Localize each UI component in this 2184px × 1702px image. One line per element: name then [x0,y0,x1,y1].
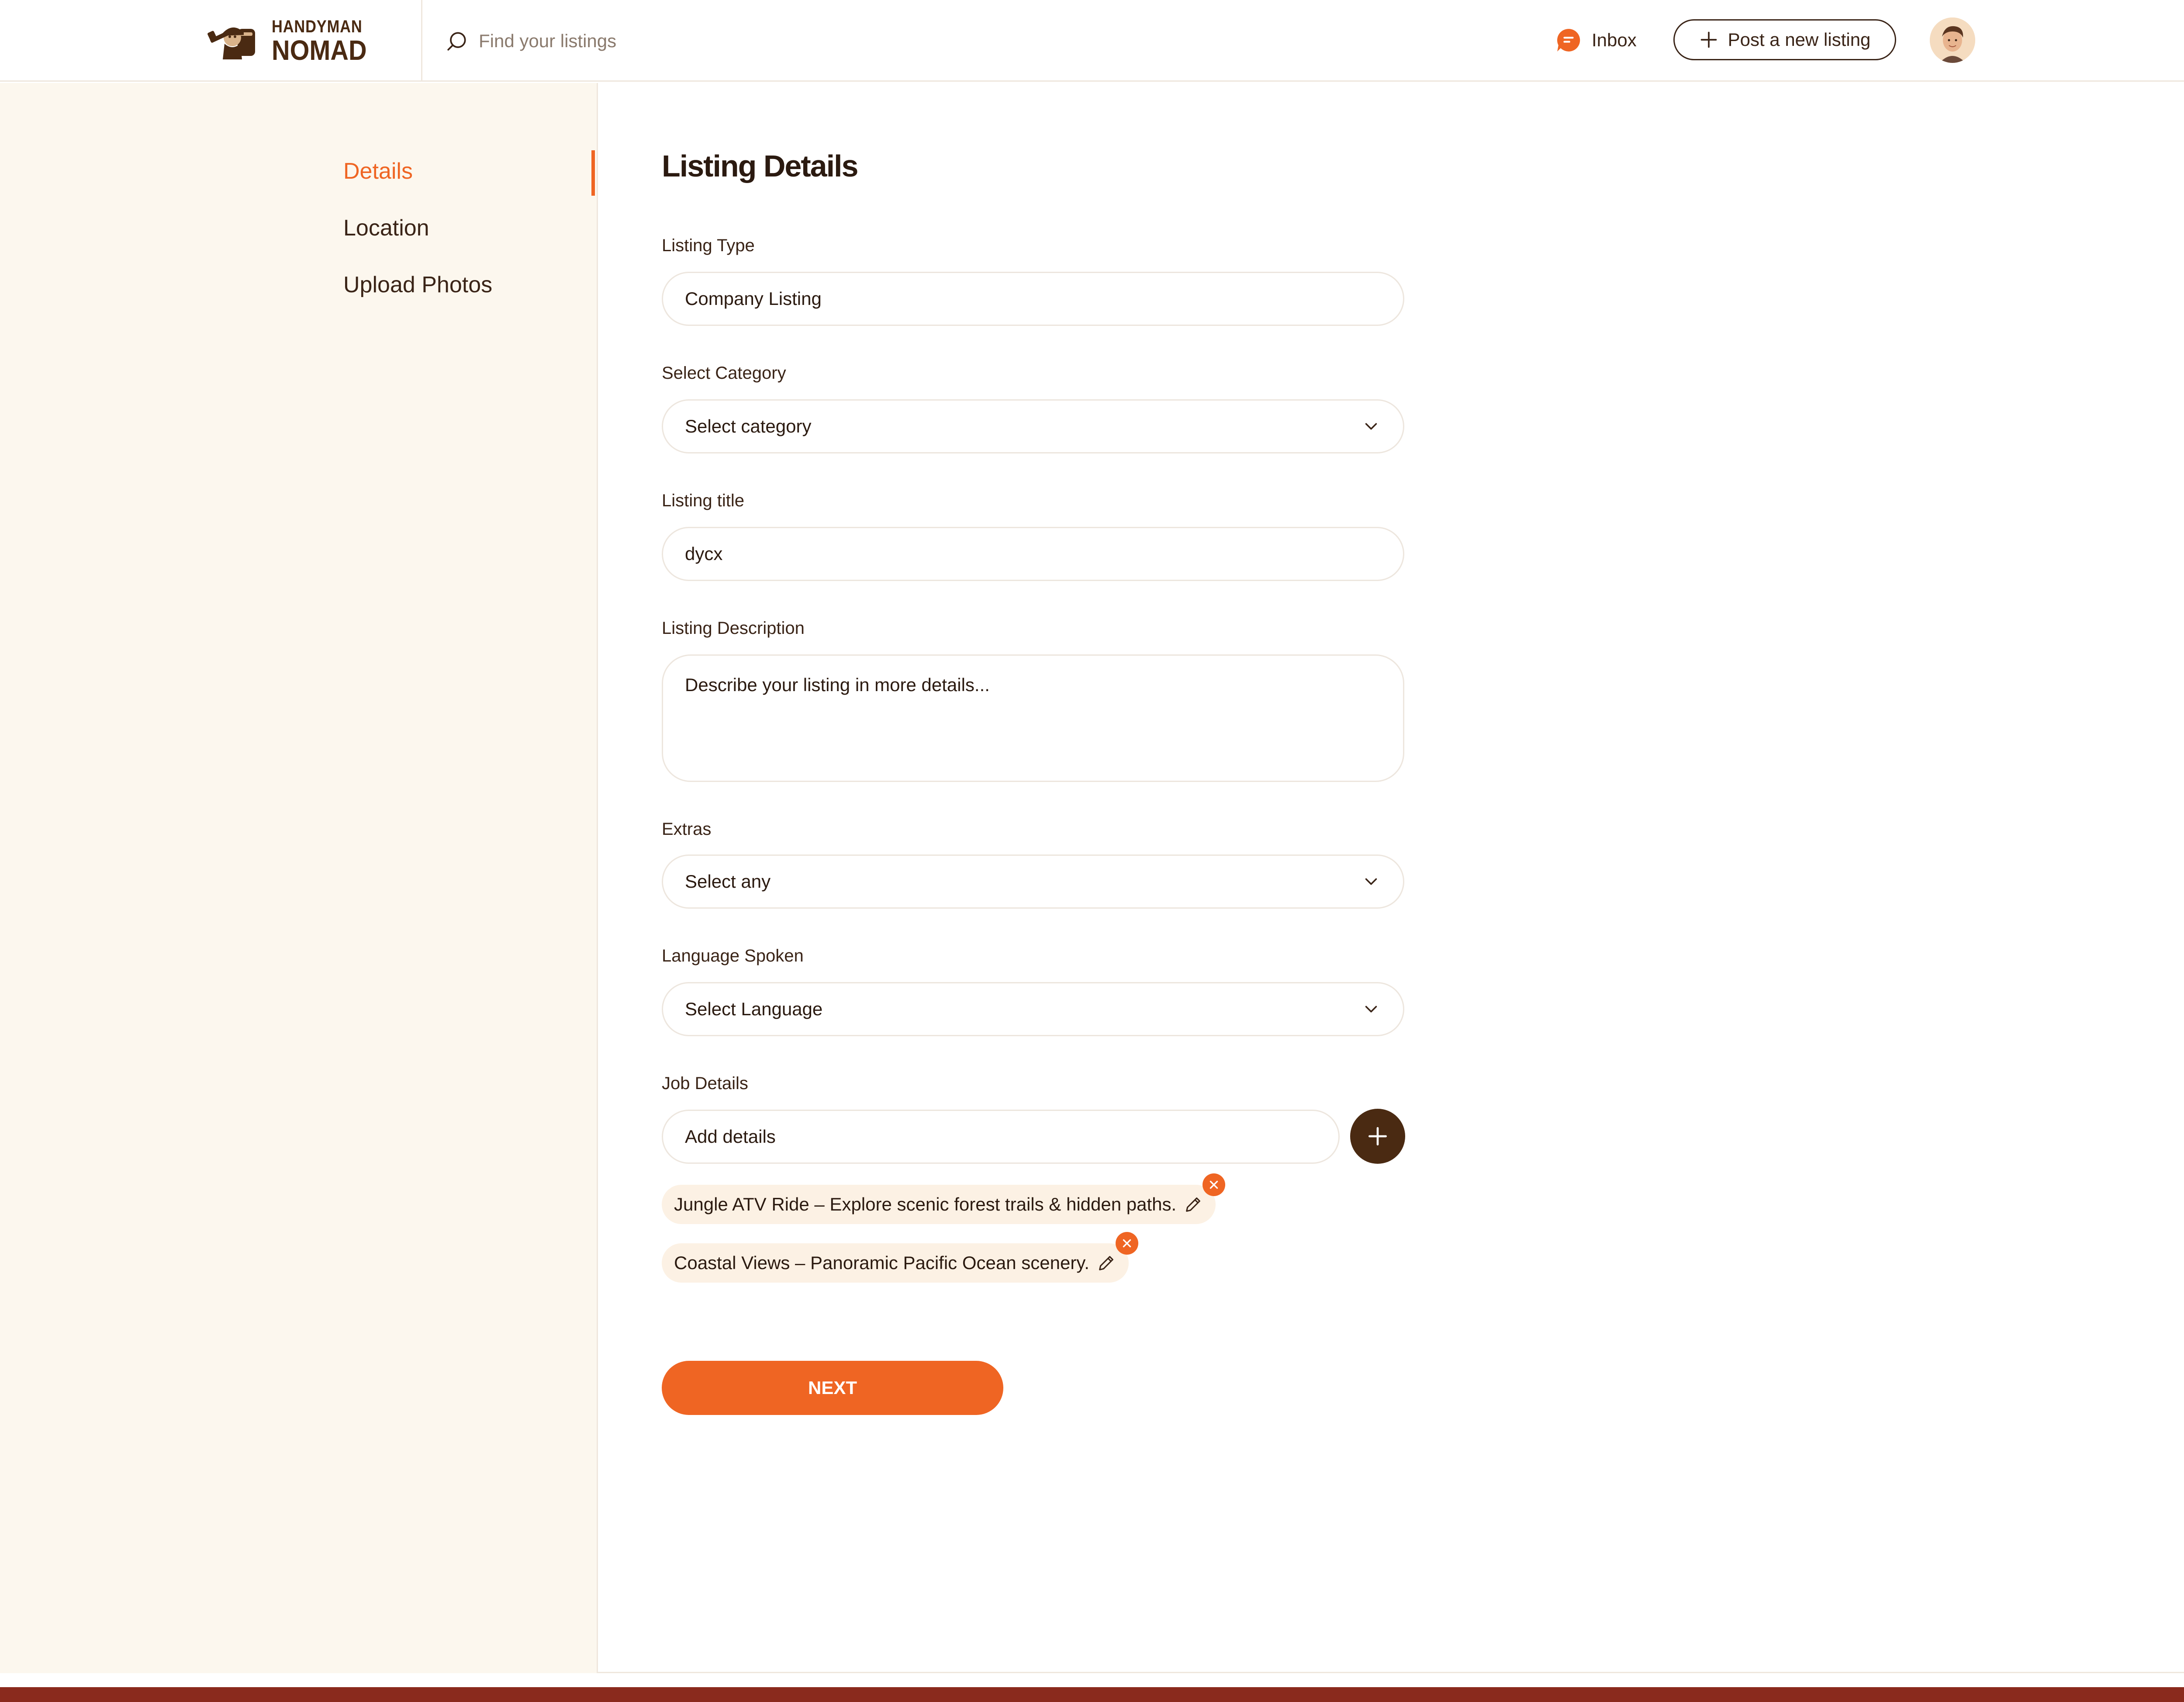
pencil-icon[interactable] [1096,1253,1116,1273]
close-icon [1209,1180,1218,1189]
add-job-detail-button[interactable] [1350,1109,1405,1164]
handyman-nomad-logo-icon [207,19,268,63]
top-header: HANDYMAN NOMAD Inbox Post a new listing [0,0,2184,82]
category-select[interactable]: Select category [662,399,1404,453]
job-detail-chip: Coastal Views – Panoramic Pacific Ocean … [662,1232,1138,1283]
remove-chip-button[interactable] [1115,1232,1138,1255]
language-select[interactable]: Select Language [662,982,1404,1036]
remove-chip-button[interactable] [1203,1173,1226,1196]
listing-type-field[interactable]: Company Listing [662,272,1404,326]
brand-name-line1: HANDYMAN [272,17,363,36]
next-button[interactable]: NEXT [662,1361,1003,1415]
page-title: Listing Details [662,149,858,183]
user-avatar[interactable] [1930,17,1975,63]
sidebar-item-location[interactable]: Location [343,215,429,241]
category-select-value: Select category [685,416,812,436]
extras-select[interactable]: Select any [662,854,1404,909]
inbox-link[interactable]: Inbox [1555,26,1637,54]
steps-sidebar: Details Location Upload Photos [0,83,597,1673]
search-icon [447,32,466,51]
post-new-listing-label: Post a new listing [1728,29,1871,50]
brand-name: HANDYMAN NOMAD [272,18,377,64]
listing-type-label: Listing Type [662,236,755,255]
close-icon [1123,1239,1131,1248]
inbox-label: Inbox [1592,30,1637,50]
plus-icon [1368,1127,1387,1145]
search-input[interactable] [479,31,741,52]
description-label: Listing Description [662,619,805,638]
job-detail-chip: Jungle ATV Ride – Explore scenic forest … [662,1173,1226,1224]
listing-title-input[interactable] [685,543,1381,564]
pencil-icon[interactable] [1183,1194,1203,1214]
listing-title-field[interactable] [662,527,1404,581]
chevron-down-icon [1365,423,1377,430]
job-detail-text: Coastal Views – Panoramic Pacific Ocean … [674,1252,1089,1273]
category-label: Select Category [662,363,786,383]
chevron-down-icon [1365,878,1377,885]
header-divider [421,0,422,82]
footer-bar [0,1687,2184,1702]
post-new-listing-button[interactable]: Post a new listing [1673,19,1896,60]
job-detail-text: Jungle ATV Ride – Explore scenic forest … [674,1194,1177,1214]
extras-label: Extras [662,820,712,839]
job-details-input[interactable] [685,1126,1317,1147]
chevron-down-icon [1365,1006,1377,1013]
sidebar-item-upload-photos[interactable]: Upload Photos [343,272,492,298]
extras-select-value: Select any [685,871,771,892]
sidebar-item-details[interactable]: Details [343,158,413,184]
listing-title-label: Listing title [662,491,744,510]
description-textarea[interactable] [685,673,1381,761]
language-label: Language Spoken [662,946,804,965]
brand-logo[interactable]: HANDYMAN NOMAD [207,18,367,64]
brand-name-line2: NOMAD [272,35,367,66]
search-bar [445,28,741,54]
job-details-label: Job Details [662,1074,748,1093]
plus-icon [1700,31,1717,48]
chat-bubble-icon [1557,29,1580,52]
job-details-field[interactable] [662,1110,1340,1164]
listing-type-value: Company Listing [685,288,822,309]
active-step-indicator [591,150,595,196]
description-field[interactable] [662,654,1404,782]
language-select-value: Select Language [685,999,823,1019]
